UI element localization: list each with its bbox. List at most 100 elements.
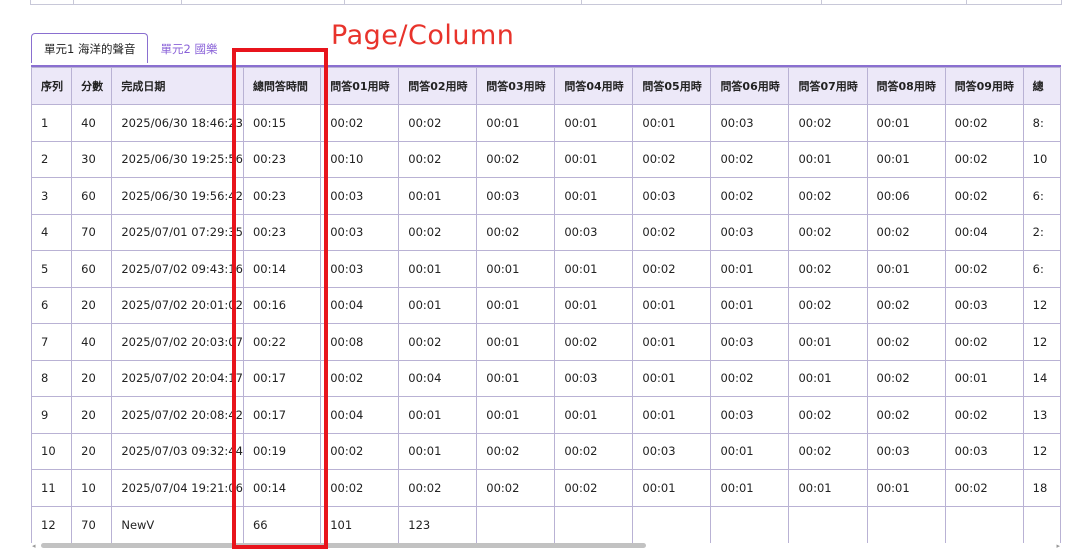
table-cell: 1 bbox=[31, 104, 73, 142]
table-cell: 6 bbox=[31, 286, 73, 324]
scroll-right-icon[interactable]: ▸ bbox=[1056, 541, 1060, 551]
table-cell: 00:02 bbox=[632, 250, 712, 288]
table-row: 3 60 2025/06/30 19:56:42 00:23 00:03 00:01 00:… bbox=[31, 177, 1061, 215]
column-header[interactable]: 問答07用時 bbox=[788, 67, 868, 105]
table-cell: 00:01 bbox=[632, 323, 712, 361]
column-header[interactable]: 問答03用時 bbox=[476, 67, 556, 105]
table-cell: 00:10 bbox=[320, 140, 400, 178]
table-row: 2 30 2025/06/30 19:25:56 00:23 00:10 00:02 00:… bbox=[31, 140, 1061, 178]
table-cell: 6: bbox=[1022, 177, 1061, 215]
column-header[interactable]: 問答04用時 bbox=[554, 67, 634, 105]
table-cell: 00:03 bbox=[554, 213, 634, 251]
table-cell: 3 bbox=[31, 177, 73, 215]
table-cell: 2025/07/02 20:04:17 bbox=[111, 359, 244, 397]
annotation-label: Page/Column bbox=[331, 20, 515, 51]
table-cell: 30 bbox=[71, 140, 113, 178]
table-cell: 00:02 bbox=[398, 213, 478, 251]
column-header[interactable]: 問答05用時 bbox=[632, 67, 712, 105]
table-row: 1 40 2025/06/30 18:46:23 00:15 00:02 00:02 00:… bbox=[31, 104, 1061, 142]
table-cell: 00:08 bbox=[320, 323, 400, 361]
table-cell: 00:02 bbox=[554, 469, 634, 507]
table-cell: 00:03 bbox=[944, 286, 1024, 324]
table-cell: 00:01 bbox=[476, 323, 556, 361]
table-cell: 00:02 bbox=[788, 432, 868, 470]
table-cell: 00:03 bbox=[944, 432, 1024, 470]
table-cell: 00:01 bbox=[632, 104, 712, 142]
column-header[interactable]: 總 bbox=[1022, 67, 1061, 105]
table-cell: 00:01 bbox=[632, 396, 712, 434]
table-cell: 00:04 bbox=[398, 359, 478, 397]
table-cell: 00:23 bbox=[242, 213, 322, 251]
top-strip bbox=[30, 0, 1062, 5]
table-cell: 00:01 bbox=[554, 286, 634, 324]
scroll-left-icon[interactable]: ◂ bbox=[32, 541, 36, 551]
table-cell: 00:03 bbox=[710, 104, 790, 142]
table-cell: 00:01 bbox=[476, 104, 556, 142]
divider bbox=[966, 0, 967, 4]
tab-unit1[interactable]: 單元1 海洋的聲音 bbox=[31, 33, 149, 63]
table-cell: 2025/07/04 19:21:06 bbox=[111, 469, 244, 507]
table-cell: 2025/07/03 09:32:44 bbox=[111, 432, 244, 470]
table-cell: 8 bbox=[31, 359, 73, 397]
tab-unit2[interactable]: 單元2 國樂 bbox=[148, 35, 229, 63]
table-cell: 00:02 bbox=[554, 432, 634, 470]
table-cell: 00:01 bbox=[866, 469, 946, 507]
column-header[interactable]: 問答09用時 bbox=[944, 67, 1024, 105]
table-cell: 00:02 bbox=[788, 177, 868, 215]
table-cell: 00:01 bbox=[866, 250, 946, 288]
table-cell: 12 bbox=[1022, 323, 1061, 361]
column-header[interactable]: 總問答時間 bbox=[242, 67, 322, 105]
table-cell: 00:23 bbox=[242, 177, 322, 215]
table-cell: 2025/07/02 20:01:02 bbox=[111, 286, 244, 324]
column-header[interactable]: 問答01用時 bbox=[320, 67, 400, 105]
table-cell: 11 bbox=[31, 469, 73, 507]
table-cell: 00:01 bbox=[710, 469, 790, 507]
tab-bar: 單元1 海洋的聲音 單元2 國樂 bbox=[31, 33, 229, 63]
table-cell: 00:16 bbox=[242, 286, 322, 324]
column-header[interactable]: 序列 bbox=[31, 67, 73, 105]
column-header[interactable]: 完成日期 bbox=[111, 67, 244, 105]
table-cell: 00:02 bbox=[944, 250, 1024, 288]
divider bbox=[181, 0, 182, 4]
table-row: 8 20 2025/07/02 20:04:17 00:17 00:02 00:04 00:… bbox=[31, 359, 1061, 397]
table-cell: 00:02 bbox=[320, 359, 400, 397]
table-cell: 00:01 bbox=[398, 250, 478, 288]
divider bbox=[821, 0, 822, 4]
table-cell: 20 bbox=[71, 396, 113, 434]
table-cell: 00:02 bbox=[944, 323, 1024, 361]
column-header[interactable]: 問答06用時 bbox=[710, 67, 790, 105]
table-cell bbox=[632, 505, 712, 543]
column-header[interactable]: 問答08用時 bbox=[866, 67, 946, 105]
table-cell: 00:01 bbox=[476, 396, 556, 434]
table-cell: 00:03 bbox=[866, 432, 946, 470]
table-cell: 00:04 bbox=[944, 213, 1024, 251]
table-cell: 00:03 bbox=[320, 177, 400, 215]
divider bbox=[581, 0, 582, 4]
table-row: 10 20 2025/07/03 09:32:44 00:19 00:02 00:01 00… bbox=[31, 432, 1061, 470]
table-cell: 8: bbox=[1022, 104, 1061, 142]
table-cell: 00:01 bbox=[476, 359, 556, 397]
table-cell: 00:01 bbox=[866, 140, 946, 178]
table-cell: 2025/06/30 18:46:23 bbox=[111, 104, 244, 142]
table-cell: 00:02 bbox=[788, 250, 868, 288]
table-cell: 00:04 bbox=[320, 286, 400, 324]
column-header[interactable]: 分數 bbox=[71, 67, 113, 105]
scrollbar-thumb[interactable] bbox=[41, 543, 646, 548]
table-cell: 10 bbox=[71, 469, 113, 507]
table-cell: 00:02 bbox=[866, 359, 946, 397]
table-cell: 5 bbox=[31, 250, 73, 288]
results-table-container[interactable]: 序列 分數 完成日期 總問答時間 問答01用時 問答02用時 問答03用時 問答04用時 問答0… bbox=[31, 65, 1061, 543]
table-cell: 40 bbox=[71, 104, 113, 142]
table-cell: 00:02 bbox=[944, 396, 1024, 434]
table-cell: 00:02 bbox=[866, 213, 946, 251]
column-header[interactable]: 問答02用時 bbox=[398, 67, 478, 105]
table-cell bbox=[1022, 505, 1061, 543]
table-cell: 12 bbox=[1022, 432, 1061, 470]
horizontal-scrollbar[interactable]: ◂ ▸ bbox=[31, 541, 1061, 551]
table-cell bbox=[476, 505, 556, 543]
table-cell: 9 bbox=[31, 396, 73, 434]
table-cell: 70 bbox=[71, 213, 113, 251]
table-cell: 00:03 bbox=[632, 432, 712, 470]
table-cell: 00:02 bbox=[866, 286, 946, 324]
table-cell bbox=[866, 505, 946, 543]
